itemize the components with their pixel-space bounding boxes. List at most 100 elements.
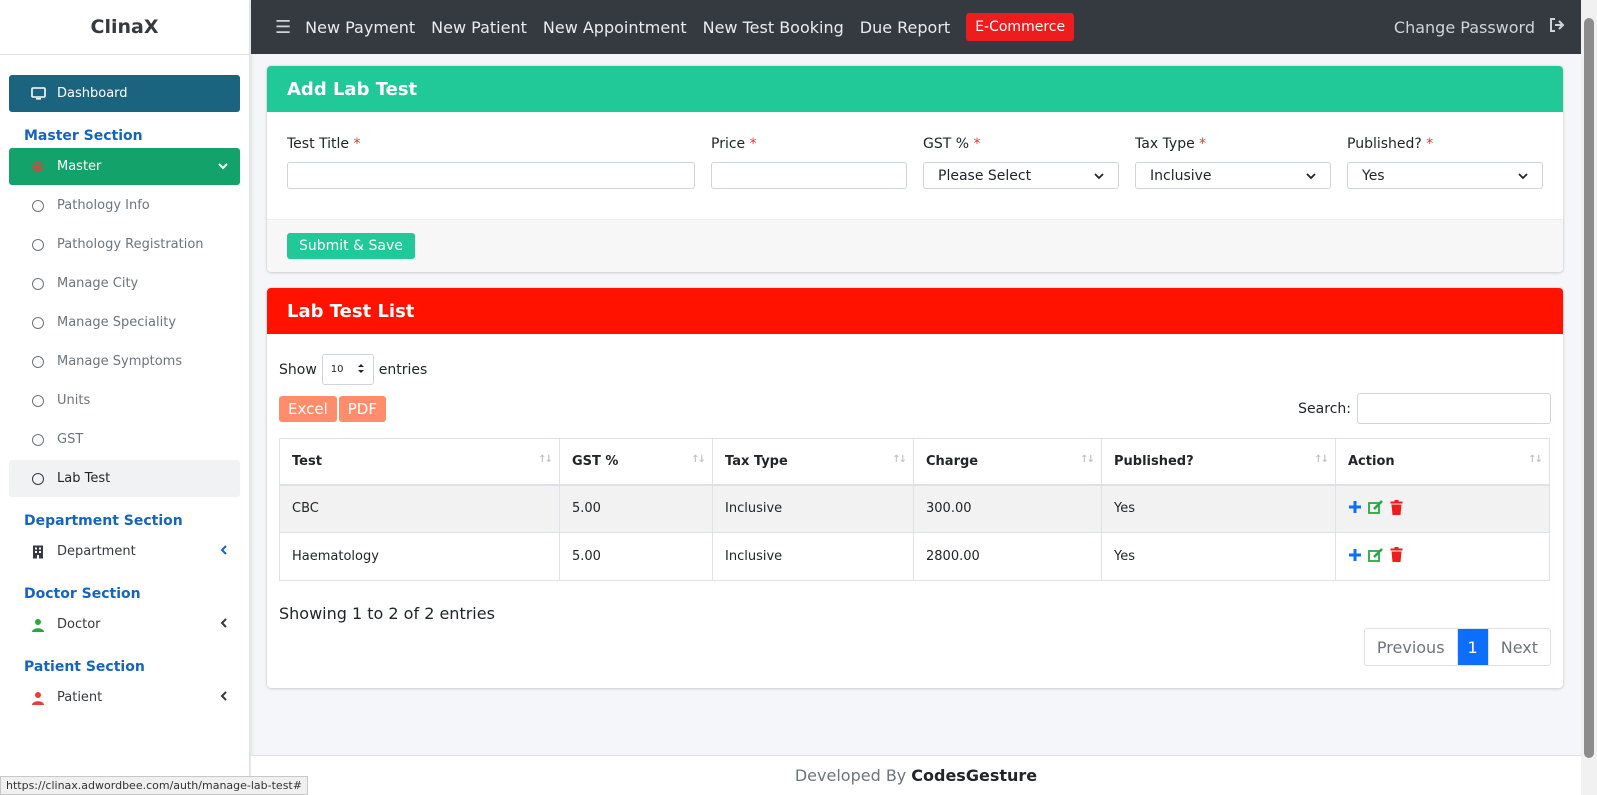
entries-label: entries [378, 361, 428, 378]
circle-icon [29, 275, 47, 293]
cell-test: Haematology [279, 532, 560, 581]
edit-icon[interactable] [1368, 547, 1384, 562]
column-header-published[interactable]: Published? ↑↓ [1101, 438, 1336, 486]
department-section-heading: Department Section [24, 513, 183, 529]
price-input[interactable] [711, 162, 907, 189]
show-label: Show [279, 361, 317, 378]
column-header-tax-type[interactable]: Tax Type ↑↓ [712, 438, 914, 486]
new-test-booking-link[interactable]: New Test Booking [703, 18, 844, 37]
submit-save-button[interactable]: Submit & Save [287, 233, 415, 259]
sidebar-item-label: Lab Test [57, 471, 111, 486]
cell-published: Yes [1101, 484, 1336, 533]
new-payment-link[interactable]: New Payment [305, 18, 415, 37]
sidebar-item-label: Department [57, 544, 136, 559]
sidebar-item-master[interactable]: Master [9, 148, 240, 185]
price-label: Price * [711, 136, 757, 152]
entries-length-select[interactable]: 10 [321, 354, 374, 385]
lab-test-list-title: Lab Test List [267, 288, 1563, 334]
sidebar-item-dashboard[interactable]: Dashboard [9, 75, 240, 112]
doctor-icon [29, 616, 47, 634]
sidebar-item-label: Dashboard [57, 86, 128, 101]
pagination: Previous 1 Next [1363, 628, 1551, 666]
search-label: Search: [1298, 400, 1351, 417]
published-select[interactable]: Yes [1347, 162, 1543, 189]
sidebar-item-units[interactable]: Units [9, 382, 240, 419]
circle-icon [29, 353, 47, 371]
sort-icon: ↑↓ [538, 454, 553, 465]
page-1-button[interactable]: 1 [1457, 629, 1488, 665]
cell-charge: 2800.00 [913, 532, 1102, 581]
brand-logo[interactable]: ClinaX [0, 0, 249, 55]
sidebar-item-pathology-info[interactable]: Pathology Info [9, 187, 240, 224]
sidebar-item-label: GST [57, 432, 84, 447]
chevron-left-icon [220, 618, 228, 631]
circle-icon [29, 431, 47, 449]
trash-icon[interactable] [1390, 499, 1403, 515]
published-label: Published? * [1347, 136, 1434, 152]
sort-arrows-icon [357, 363, 365, 377]
sidebar-item-department[interactable]: Department [9, 533, 240, 570]
scrollbar-thumb[interactable] [1584, 18, 1594, 758]
building-icon [29, 543, 47, 561]
pdf-button[interactable]: PDF [338, 396, 386, 422]
chevron-down-icon [1518, 168, 1528, 184]
next-page-button[interactable]: Next [1487, 629, 1550, 665]
page-footer: Developed By CodesGesture [251, 755, 1581, 795]
gear-icon [29, 158, 47, 176]
column-header-gst[interactable]: GST % ↑↓ [559, 438, 713, 486]
sidebar-item-manage-city[interactable]: Manage City [9, 265, 240, 302]
sidebar-item-gst[interactable]: GST [9, 421, 240, 458]
new-appointment-link[interactable]: New Appointment [543, 18, 687, 37]
previous-page-button[interactable]: Previous [1365, 629, 1458, 665]
sidebar: ClinaX Dashboard Master Section Master P… [0, 0, 250, 795]
column-header-charge[interactable]: Charge ↑↓ [913, 438, 1102, 486]
patient-section-heading: Patient Section [24, 659, 145, 675]
published-select-value: Yes [1362, 167, 1385, 184]
column-header-action[interactable]: Action ↑↓ [1335, 438, 1550, 486]
sidebar-item-lab-test[interactable]: Lab Test [9, 460, 240, 497]
test-title-input[interactable] [287, 162, 695, 189]
sidebar-item-doctor[interactable]: Doctor [9, 606, 240, 643]
search-input[interactable] [1357, 393, 1551, 424]
export-buttons: Excel PDF [279, 396, 388, 422]
cell-gst: 5.00 [559, 532, 713, 581]
add-lab-test-card: Add Lab Test Test Title * Price * GST % … [267, 66, 1563, 272]
change-password-link[interactable]: Change Password [1394, 18, 1535, 37]
tax-type-select[interactable]: Inclusive [1135, 162, 1331, 189]
sidebar-item-label: Patient [57, 690, 103, 705]
edit-icon[interactable] [1368, 500, 1384, 514]
circle-icon [29, 236, 47, 254]
plus-icon[interactable] [1348, 548, 1362, 562]
entries-length-value: 10 [330, 364, 344, 375]
sort-icon: ↑↓ [1080, 454, 1095, 465]
trash-icon[interactable] [1390, 547, 1403, 563]
chevron-down-icon [1094, 168, 1104, 184]
sidebar-item-label: Manage City [57, 276, 139, 291]
sidebar-item-label: Doctor [57, 617, 101, 632]
circle-icon [29, 197, 47, 215]
sort-icon: ↑↓ [892, 454, 907, 465]
table-info: Showing 1 to 2 of 2 entries [279, 604, 495, 623]
sidebar-item-manage-symptoms[interactable]: Manage Symptoms [9, 343, 240, 380]
cell-action [1335, 484, 1550, 533]
excel-button[interactable]: Excel [279, 396, 337, 422]
sidebar-item-pathology-registration[interactable]: Pathology Registration [9, 226, 240, 263]
ecommerce-button[interactable]: E-Commerce [966, 13, 1075, 41]
column-header-test[interactable]: Test ↑↓ [279, 438, 560, 486]
hamburger-menu-icon[interactable]: ☰ [275, 17, 291, 38]
cell-tax-type: Inclusive [712, 484, 914, 533]
new-patient-link[interactable]: New Patient [431, 18, 527, 37]
sort-icon: ↑↓ [1314, 454, 1329, 465]
sidebar-item-manage-speciality[interactable]: Manage Speciality [9, 304, 240, 341]
vertical-scrollbar[interactable] [1581, 0, 1597, 795]
due-report-link[interactable]: Due Report [860, 18, 950, 37]
circle-icon [29, 392, 47, 410]
sidebar-item-patient[interactable]: Patient [9, 679, 240, 716]
cell-charge: 300.00 [913, 484, 1102, 533]
gst-select[interactable]: Please Select [923, 162, 1119, 189]
add-lab-test-title: Add Lab Test [267, 66, 1563, 112]
plus-icon[interactable] [1348, 500, 1362, 514]
logout-icon[interactable] [1549, 18, 1565, 36]
footer-company-link[interactable]: CodesGesture [911, 766, 1037, 785]
table-row: Haematology 5.00 Inclusive 2800.00 Yes [279, 532, 1550, 581]
